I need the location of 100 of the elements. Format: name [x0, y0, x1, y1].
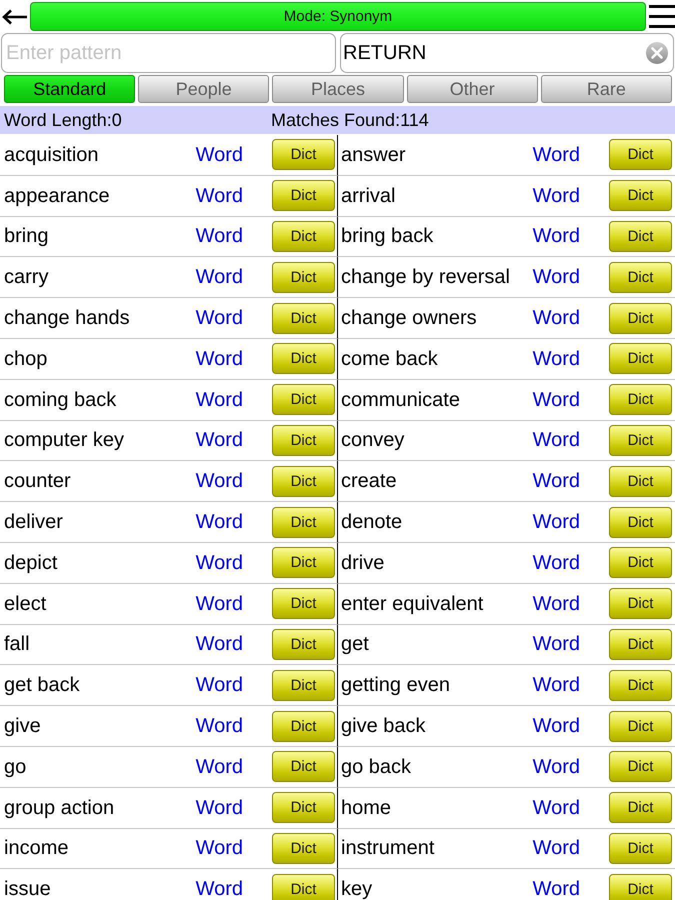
- clear-icon[interactable]: [646, 42, 668, 64]
- matches-count-label: Matches Found:114: [271, 110, 430, 130]
- dict-button[interactable]: Dict: [609, 302, 672, 334]
- dict-button[interactable]: Dict: [609, 628, 672, 660]
- dict-button[interactable]: Dict: [272, 792, 335, 824]
- dict-button[interactable]: Dict: [609, 874, 672, 900]
- result-word: carry: [4, 267, 50, 288]
- word-link[interactable]: Word: [196, 348, 243, 369]
- dict-button[interactable]: Dict: [272, 302, 335, 334]
- category-tab[interactable]: Other: [406, 75, 538, 103]
- word-link[interactable]: Word: [196, 634, 243, 654]
- dict-button[interactable]: Dict: [609, 506, 672, 538]
- result-word: communicate: [341, 390, 461, 410]
- dict-button[interactable]: Dict: [609, 220, 672, 252]
- dict-button[interactable]: Dict: [609, 792, 672, 824]
- word-link[interactable]: Word: [196, 552, 243, 573]
- dict-button[interactable]: Dict: [272, 670, 335, 701]
- word-link[interactable]: Word: [532, 838, 580, 858]
- word-link[interactable]: Word: [196, 879, 243, 900]
- dict-button[interactable]: Dict: [272, 832, 335, 864]
- dict-button[interactable]: Dict: [609, 710, 672, 742]
- word-link[interactable]: Word: [532, 552, 580, 573]
- result-word: instrument: [341, 838, 436, 858]
- dict-button[interactable]: Dict: [272, 547, 335, 578]
- word-link[interactable]: Word: [532, 471, 580, 492]
- dict-button[interactable]: Dict: [272, 180, 335, 212]
- word-link[interactable]: Word: [532, 430, 580, 450]
- result-word: arrival: [341, 186, 396, 206]
- word-link[interactable]: Word: [532, 634, 580, 654]
- result-word: issue: [4, 879, 52, 900]
- word-link[interactable]: Word: [196, 512, 243, 532]
- word-link[interactable]: Word: [532, 308, 580, 328]
- word-link[interactable]: Word: [196, 186, 243, 206]
- word-link[interactable]: Word: [196, 471, 243, 492]
- category-tab[interactable]: Standard: [4, 75, 136, 103]
- dict-button[interactable]: Dict: [272, 751, 335, 782]
- word-link[interactable]: Word: [196, 756, 243, 777]
- dict-button[interactable]: Dict: [609, 180, 672, 212]
- word-link[interactable]: Word: [196, 430, 243, 450]
- word-link[interactable]: Word: [532, 512, 580, 532]
- dict-button[interactable]: Dict: [609, 424, 672, 456]
- dict-button[interactable]: Dict: [272, 262, 335, 293]
- word-link[interactable]: Word: [196, 838, 243, 858]
- result-word: home: [341, 798, 392, 818]
- dict-button[interactable]: Dict: [609, 466, 672, 497]
- word-link[interactable]: Word: [532, 144, 580, 165]
- word-link[interactable]: Word: [196, 390, 243, 410]
- menu-icon[interactable]: [649, 5, 675, 28]
- dict-button[interactable]: Dict: [272, 220, 335, 252]
- word-link[interactable]: Word: [196, 226, 243, 246]
- word-link[interactable]: Word: [196, 594, 243, 614]
- result-word: drive: [341, 552, 386, 573]
- word-link[interactable]: Word: [532, 798, 580, 818]
- dict-button[interactable]: Dict: [272, 874, 335, 900]
- dict-button[interactable]: Dict: [609, 343, 672, 374]
- word-link[interactable]: Word: [196, 144, 243, 165]
- mode-button[interactable]: Mode: Synonym: [30, 2, 646, 31]
- dict-button[interactable]: Dict: [272, 384, 335, 416]
- dict-button[interactable]: Dict: [609, 384, 672, 416]
- dict-button[interactable]: Dict: [272, 628, 335, 660]
- word-link[interactable]: Word: [196, 675, 243, 696]
- category-tab[interactable]: People: [138, 75, 270, 103]
- word-link[interactable]: Word: [532, 716, 580, 736]
- word-link[interactable]: Word: [532, 675, 580, 696]
- word-link[interactable]: Word: [196, 267, 243, 288]
- dict-button[interactable]: Dict: [272, 506, 335, 538]
- dict-button[interactable]: Dict: [609, 832, 672, 864]
- result-word: computer key: [4, 430, 126, 450]
- category-tab[interactable]: Rare: [540, 75, 672, 103]
- category-tab[interactable]: Places: [272, 75, 404, 103]
- dict-button[interactable]: Dict: [272, 588, 335, 620]
- dict-button[interactable]: Dict: [272, 466, 335, 497]
- word-link[interactable]: Word: [532, 348, 580, 369]
- dict-button[interactable]: Dict: [609, 751, 672, 782]
- result-word: getting even: [341, 675, 451, 696]
- result-word: go back: [341, 756, 412, 777]
- search-field[interactable]: RETURN: [340, 33, 674, 73]
- word-link[interactable]: Word: [532, 594, 580, 614]
- dict-button[interactable]: Dict: [272, 424, 335, 456]
- dict-button[interactable]: Dict: [609, 139, 672, 170]
- word-link[interactable]: Word: [532, 879, 580, 900]
- word-link[interactable]: Word: [196, 798, 243, 818]
- word-link[interactable]: Word: [532, 186, 580, 206]
- dict-button[interactable]: Dict: [272, 710, 335, 742]
- pattern-input[interactable]: Enter pattern: [1, 33, 336, 73]
- word-link[interactable]: Word: [532, 226, 580, 246]
- dict-button[interactable]: Dict: [609, 670, 672, 701]
- word-link[interactable]: Word: [532, 390, 580, 410]
- dict-button[interactable]: Dict: [272, 139, 335, 170]
- result-word: give: [4, 716, 42, 736]
- result-word: bring: [4, 226, 50, 246]
- word-link[interactable]: Word: [532, 267, 580, 288]
- dict-button[interactable]: Dict: [272, 343, 335, 374]
- word-link[interactable]: Word: [196, 716, 243, 736]
- word-link[interactable]: Word: [532, 756, 580, 777]
- dict-button[interactable]: Dict: [609, 588, 672, 620]
- word-link[interactable]: Word: [196, 308, 243, 328]
- dict-button[interactable]: Dict: [609, 262, 672, 293]
- dict-button[interactable]: Dict: [609, 547, 672, 578]
- left-arrow-icon[interactable]: [2, 8, 27, 24]
